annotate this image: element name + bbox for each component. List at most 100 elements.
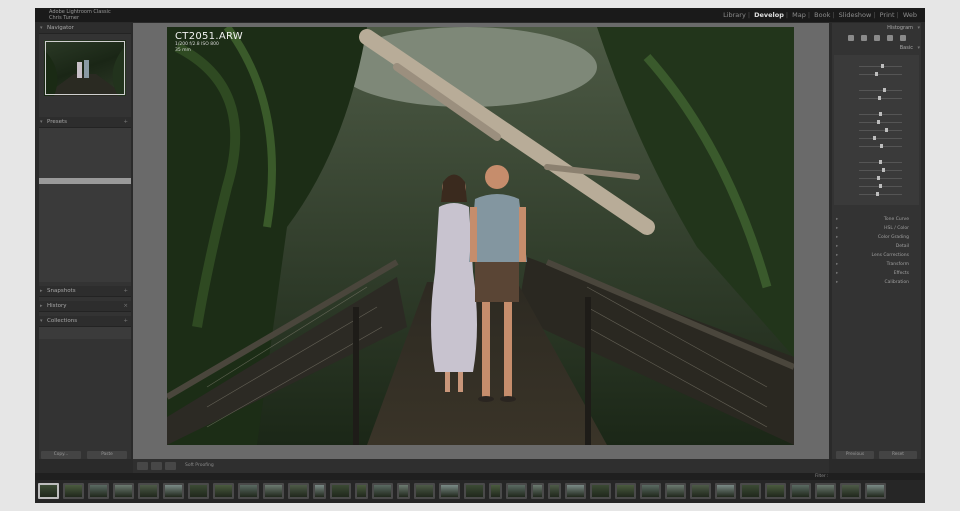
slider[interactable] bbox=[837, 135, 916, 141]
navigator-preview[interactable] bbox=[44, 40, 126, 96]
filmstrip-thumbnail[interactable] bbox=[840, 483, 861, 499]
previous-button[interactable]: Previous bbox=[836, 451, 874, 459]
brand-line-2: Chris Turner bbox=[49, 15, 80, 21]
filmstrip-thumbnail[interactable] bbox=[715, 483, 736, 499]
filmstrip-thumbnail[interactable] bbox=[372, 483, 393, 499]
panel-detail[interactable]: Detail bbox=[832, 242, 921, 251]
photo-filename: CT2051.ARW bbox=[175, 31, 243, 42]
slider[interactable] bbox=[837, 167, 916, 173]
filmstrip-thumbnail[interactable] bbox=[815, 483, 836, 499]
collection-item[interactable] bbox=[39, 327, 131, 339]
module-develop[interactable]: Develop bbox=[754, 11, 784, 19]
mask-icon[interactable] bbox=[900, 35, 906, 41]
add-collection-icon[interactable]: + bbox=[123, 316, 128, 326]
panel-lens-corrections[interactable]: Lens Corrections bbox=[832, 251, 921, 260]
filmstrip-thumbnail[interactable] bbox=[188, 483, 209, 499]
slider[interactable] bbox=[837, 63, 916, 69]
clear-history-icon[interactable]: × bbox=[123, 301, 128, 311]
slider[interactable] bbox=[837, 119, 916, 125]
slider[interactable] bbox=[837, 159, 916, 165]
redeye-icon[interactable] bbox=[887, 35, 893, 41]
filmstrip-thumbnail[interactable] bbox=[414, 483, 435, 499]
filmstrip-thumbnail[interactable] bbox=[113, 483, 134, 499]
module-print[interactable]: Print bbox=[880, 11, 895, 19]
filmstrip-thumbnail[interactable] bbox=[88, 483, 109, 499]
soft-proofing-toggle[interactable]: Soft Proofing bbox=[185, 462, 214, 470]
panel-color-grading[interactable]: Color Grading bbox=[832, 233, 921, 242]
panel-calibration[interactable]: Calibration bbox=[832, 278, 921, 287]
panel-transform[interactable]: Transform bbox=[832, 260, 921, 269]
panel-hsl[interactable]: HSL / Color bbox=[832, 224, 921, 233]
filmstrip-thumbnail[interactable] bbox=[288, 483, 309, 499]
panel-tone-curve[interactable]: Tone Curve bbox=[832, 215, 921, 224]
slider[interactable] bbox=[837, 111, 916, 117]
filmstrip-thumbnail[interactable] bbox=[765, 483, 786, 499]
left-panel: Navigator Presets + bbox=[39, 23, 131, 459]
filmstrip-thumbnail[interactable] bbox=[213, 483, 234, 499]
module-library[interactable]: Library bbox=[723, 11, 746, 19]
filmstrip-thumbnail[interactable] bbox=[548, 483, 561, 499]
filmstrip-thumbnail[interactable] bbox=[355, 483, 368, 499]
copy-button[interactable]: Copy... bbox=[41, 451, 81, 459]
filmstrip-thumbnail[interactable] bbox=[506, 483, 527, 499]
histogram-header[interactable]: Histogram bbox=[832, 23, 921, 33]
main-photo[interactable]: CT2051.ARW 1/200 f/2.8 ISO 800 35 mm bbox=[167, 27, 794, 445]
filmstrip-thumbnail[interactable] bbox=[439, 483, 460, 499]
filmstrip-thumbnail[interactable] bbox=[640, 483, 661, 499]
slider[interactable] bbox=[837, 175, 916, 181]
snapshots-header[interactable]: Snapshots + bbox=[39, 286, 131, 297]
collections-label: Collections bbox=[47, 318, 78, 324]
filmstrip-thumbnail[interactable] bbox=[489, 483, 502, 499]
histogram-label: Histogram bbox=[887, 25, 913, 31]
slider[interactable] bbox=[837, 71, 916, 77]
filmstrip-thumbnail[interactable] bbox=[740, 483, 761, 499]
panel-effects[interactable]: Effects bbox=[832, 269, 921, 278]
paste-button[interactable]: Paste bbox=[87, 451, 127, 459]
basic-header[interactable]: Basic bbox=[832, 43, 921, 53]
filmstrip-thumbnail[interactable] bbox=[565, 483, 586, 499]
preset-folder[interactable] bbox=[39, 262, 131, 269]
add-preset-icon[interactable]: + bbox=[123, 117, 128, 127]
presets-header[interactable]: Presets + bbox=[39, 117, 131, 128]
filmstrip-thumbnail[interactable] bbox=[665, 483, 686, 499]
filmstrip-thumbnail[interactable] bbox=[865, 483, 886, 499]
module-book[interactable]: Book bbox=[814, 11, 830, 19]
brush-icon[interactable] bbox=[874, 35, 880, 41]
grid-icon[interactable] bbox=[848, 35, 854, 41]
photo-lens: 35 mm bbox=[175, 48, 191, 53]
reset-button[interactable]: Reset bbox=[879, 451, 917, 459]
collections-header[interactable]: Collections + bbox=[39, 316, 131, 327]
filmstrip-thumbnail[interactable] bbox=[615, 483, 636, 499]
filmstrip-thumbnail[interactable] bbox=[138, 483, 159, 499]
history-header[interactable]: History × bbox=[39, 301, 131, 312]
slider[interactable] bbox=[837, 127, 916, 133]
filmstrip-thumbnail[interactable] bbox=[38, 483, 59, 499]
navigator-header[interactable]: Navigator bbox=[39, 23, 131, 34]
filmstrip-thumbnail[interactable] bbox=[313, 483, 326, 499]
filmstrip-thumbnail[interactable] bbox=[790, 483, 811, 499]
crop-icon[interactable] bbox=[861, 35, 867, 41]
identity-plate: Adobe Lightroom Classic Chris Turner bbox=[49, 9, 111, 21]
module-slideshow[interactable]: Slideshow bbox=[839, 11, 872, 19]
module-map[interactable]: Map bbox=[792, 11, 806, 19]
filmstrip-thumbnail[interactable] bbox=[464, 483, 485, 499]
add-snapshot-icon[interactable]: + bbox=[123, 286, 128, 296]
filmstrip-thumbnail[interactable] bbox=[397, 483, 410, 499]
slider[interactable] bbox=[837, 87, 916, 93]
filmstrip-thumbnail[interactable] bbox=[590, 483, 611, 499]
filmstrip-thumbnail[interactable] bbox=[531, 483, 544, 499]
filmstrip-thumbnail[interactable] bbox=[690, 483, 711, 499]
filmstrip-thumbnail[interactable] bbox=[330, 483, 351, 499]
filmstrip-thumbnail[interactable] bbox=[163, 483, 184, 499]
filmstrip-thumbnail[interactable] bbox=[238, 483, 259, 499]
slider[interactable] bbox=[837, 143, 916, 149]
module-web[interactable]: Web bbox=[903, 11, 917, 19]
compare-icon[interactable] bbox=[151, 462, 162, 470]
filmstrip-thumbnail[interactable] bbox=[263, 483, 284, 499]
filmstrip-thumbnail[interactable] bbox=[63, 483, 84, 499]
slider[interactable] bbox=[837, 183, 916, 189]
before-after-icon[interactable] bbox=[165, 462, 176, 470]
slider[interactable] bbox=[837, 95, 916, 101]
slider[interactable] bbox=[837, 191, 916, 197]
loupe-view-icon[interactable] bbox=[137, 462, 148, 470]
